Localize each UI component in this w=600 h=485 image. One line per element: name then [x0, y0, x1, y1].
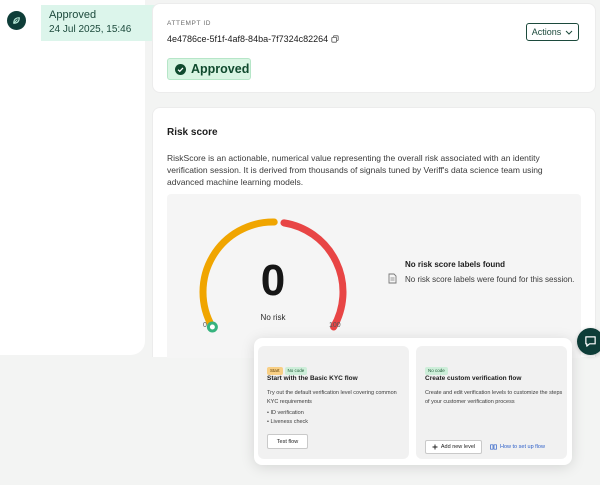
actions-button[interactable]: Actions	[526, 23, 579, 41]
risk-labels-text: No risk score labels were found for this…	[405, 275, 575, 284]
risk-score-value: 0	[260, 256, 286, 305]
timeline-entry[interactable]: Approved 24 Jul 2025, 15:46	[41, 5, 156, 41]
custom-flow-card: No code Create custom verification flow …	[416, 346, 567, 459]
check-circle-icon	[175, 63, 186, 75]
onboarding-popup: Start No code Start with the Basic KYC fl…	[254, 338, 572, 465]
timeline-panel	[0, 0, 145, 355]
gauge-indicator	[206, 321, 218, 333]
risk-score-level: No risk	[260, 313, 286, 322]
custom-flow-title: Create custom verification flow	[425, 375, 522, 382]
timeline-status: Approved	[49, 9, 97, 21]
timeline-date: 24 Jul 2025, 15:46	[49, 24, 132, 35]
copy-icon[interactable]	[331, 35, 339, 43]
list-item: • Liveness check	[267, 418, 309, 425]
risk-score-description: RiskScore is an actionable, numerical va…	[167, 153, 543, 187]
attempt-id-value: 4e4786ce-5f1f-4af8-84ba-7f7324c82264	[167, 34, 329, 44]
tag-no-code: No code	[284, 367, 308, 375]
kyc-flow-card: Start No code Start with the Basic KYC fl…	[258, 346, 409, 459]
test-flow-button[interactable]: Test flow	[267, 434, 308, 449]
tag-start: Start	[267, 367, 283, 375]
setup-flow-link[interactable]: How to set up flow	[490, 440, 545, 454]
plus-icon	[432, 444, 438, 450]
attempt-id-label: ATTEMPT ID	[167, 20, 212, 27]
gauge-min-label: 0	[203, 322, 207, 329]
add-new-level-button[interactable]: Add new level	[425, 440, 482, 454]
chat-bubble-icon	[585, 336, 596, 347]
chevron-down-icon	[565, 30, 573, 35]
kyc-flow-items: • ID verification • Liveness check	[267, 409, 308, 426]
book-icon	[490, 444, 497, 450]
kyc-flow-description: Try out the default verification level c…	[267, 390, 397, 405]
attempt-card: ATTEMPT ID 4e4786ce-5f1f-4af8-84ba-7f732…	[152, 3, 596, 93]
gauge-max-label: 100	[329, 322, 341, 329]
chat-button[interactable]	[577, 328, 600, 355]
risk-gauge-panel: 0 No risk 0 100 No risk score labels fou…	[167, 194, 581, 358]
status-badge-label: Approved	[191, 62, 250, 76]
status-badge: Approved	[167, 58, 251, 80]
actions-label: Actions	[531, 27, 562, 37]
risk-score-title: Risk score	[167, 127, 218, 138]
custom-flow-description: Create and edit verification levels to c…	[425, 390, 563, 405]
tag-no-code: No code	[425, 367, 448, 375]
attempt-id: 4e4786ce-5f1f-4af8-84ba-7f7324c82264	[167, 34, 339, 44]
risk-labels-title: No risk score labels found	[405, 260, 506, 269]
document-icon	[388, 273, 397, 284]
risk-score-card: Risk score RiskScore is an actionable, n…	[152, 107, 596, 358]
brand-avatar	[7, 11, 26, 30]
add-new-level-label: Add new level	[440, 444, 476, 450]
list-item: • ID verification	[267, 410, 304, 416]
setup-flow-link-label: How to set up flow	[500, 444, 545, 450]
leaf-icon	[13, 17, 20, 24]
kyc-flow-title: Start with the Basic KYC flow	[267, 375, 358, 382]
